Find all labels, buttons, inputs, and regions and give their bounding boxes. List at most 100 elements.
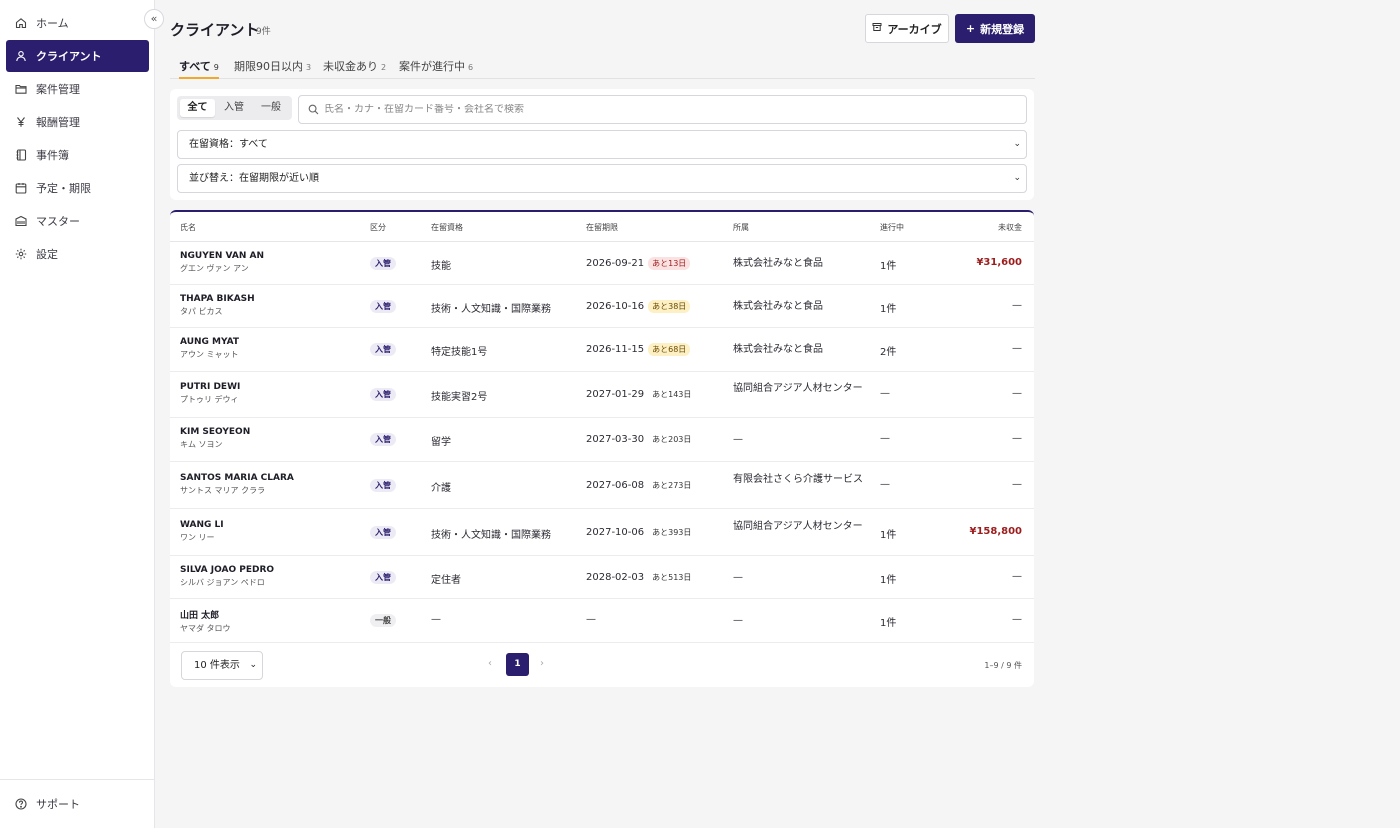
column-header-type[interactable]: 区分 — [370, 222, 386, 233]
active-cases: 1件 — [880, 575, 897, 586]
gear-icon — [15, 248, 27, 260]
client-name-cell[interactable]: PUTRI DEWI プトゥリ デウィ — [180, 382, 240, 405]
type-badge: 入管 — [370, 571, 396, 584]
active-cases: — — [880, 479, 890, 490]
residence-status: 技術・人文知識・国際業務 — [431, 304, 551, 315]
type-badge: 入管 — [370, 343, 396, 356]
prev-page-button[interactable]: ‹ — [488, 658, 492, 669]
column-header-status[interactable]: 在留資格 — [431, 222, 463, 233]
sidebar-item-fees[interactable]: 報酬管理 — [6, 106, 149, 138]
next-page-button[interactable]: › — [540, 658, 544, 669]
client-name-cell[interactable]: SANTOS MARIA CLARA サントス マリア クララ — [180, 473, 294, 496]
tab-unpaid[interactable]: 未収金あり 2 — [323, 58, 386, 79]
client-name-cell[interactable]: WANG LI ワン リー — [180, 520, 224, 543]
table-header: 氏名 区分 在留資格 在留期限 所属 進行中 未収金 — [170, 212, 1034, 242]
owed-amount: — — [1012, 343, 1022, 354]
column-header-expiry[interactable]: 在留期限 — [586, 222, 618, 233]
expiry-remaining-badge: あと13日 — [648, 257, 691, 270]
residence-status: 留学 — [431, 437, 451, 448]
archive-button[interactable]: アーカイブ — [865, 14, 949, 43]
client-name-cell[interactable]: SILVA JOAO PEDRO シルバ ジョアン ペドロ — [180, 565, 274, 588]
expiry-date: 2027-03-30 — [586, 434, 645, 445]
page-header: クライアント 9件 アーカイブ + 新規登録 — [170, 14, 1035, 44]
page-button-current[interactable]: 1 — [506, 653, 529, 676]
new-client-button[interactable]: + 新規登録 — [955, 14, 1035, 43]
column-header-organization[interactable]: 所属 — [733, 222, 749, 233]
client-name: WANG LI — [180, 520, 224, 530]
sidebar-item-casebook[interactable]: 事件簿 — [6, 139, 149, 171]
sidebar-item-label: 案件管理 — [36, 83, 80, 96]
table-row[interactable]: THAPA BIKASH タパ ビカス 入管 技術・人文知識・国際業務 2026… — [170, 285, 1034, 328]
type-badge: 一般 — [370, 614, 396, 627]
sidebar-item-settings[interactable]: 設定 — [6, 238, 149, 270]
organization: — — [733, 572, 743, 583]
segment-general[interactable]: 一般 — [254, 99, 288, 117]
client-name-cell[interactable]: NGUYEN VAN AN グエン ヴァン アン — [180, 251, 264, 274]
type-badge: 入管 — [370, 300, 396, 313]
owed-amount: ¥31,600 — [976, 257, 1022, 268]
client-name-cell[interactable]: KIM SEOYEON キム ソヨン — [180, 427, 250, 450]
tab-label: すべて — [179, 60, 211, 73]
tab-count: 9 — [213, 63, 219, 72]
active-cases: 1件 — [880, 618, 897, 629]
segment-all[interactable]: 全て — [180, 99, 215, 117]
sidebar-item-cases[interactable]: 案件管理 — [6, 73, 149, 105]
client-name: SILVA JOAO PEDRO — [180, 565, 275, 575]
client-name-cell[interactable]: 山田 太郎 ヤマダ タロウ — [180, 608, 231, 634]
sidebar-item-schedule[interactable]: 予定・期限 — [6, 172, 149, 204]
organization: 協同組合アジア人材センター — [733, 383, 863, 394]
column-header-active[interactable]: 進行中 — [880, 222, 904, 233]
active-cases: 1件 — [880, 304, 897, 315]
column-header-owed[interactable]: 未収金 — [998, 222, 1022, 233]
table-row[interactable]: PUTRI DEWI プトゥリ デウィ 入管 技能実習2号 2027-01-29… — [170, 372, 1034, 418]
table-row[interactable]: KIM SEOYEON キム ソヨン 入管 留学 2027-03-30 あと203… — [170, 418, 1034, 462]
tab-label: 期限90日以内 — [234, 60, 303, 73]
sidebar-item-label: マスター — [36, 215, 80, 228]
table-row[interactable]: AUNG MYAT アウン ミャット 入管 特定技能1号 2026-11-15 あ… — [170, 328, 1034, 372]
owed-amount: — — [1012, 614, 1022, 625]
owed-amount: — — [1012, 433, 1022, 444]
client-name: KIM SEOYEON — [180, 427, 251, 437]
client-name-cell[interactable]: THAPA BIKASH タパ ビカス — [180, 294, 255, 317]
sidebar-item-clients[interactable]: クライアント — [6, 40, 149, 72]
client-name: SANTOS MARIA CLARA — [180, 473, 294, 483]
tab-all[interactable]: すべて 9 — [179, 58, 219, 79]
client-name-kana: タパ ビカス — [180, 307, 223, 316]
expiry-date: 2027-10-06 — [586, 527, 645, 538]
table-row[interactable]: SILVA JOAO PEDRO シルバ ジョアン ペドロ 入管 定住者 202… — [170, 556, 1034, 599]
sidebar-item-label: 報酬管理 — [36, 116, 80, 129]
client-name-kana: サントス マリア クララ — [180, 486, 266, 495]
owed-amount: ¥158,800 — [969, 526, 1022, 537]
residence-status: — — [431, 614, 441, 625]
residence-status-select[interactable]: 在留資格：すべて ⌄ — [177, 130, 1027, 159]
sidebar-item-label: 事件簿 — [36, 149, 69, 162]
column-header-name[interactable]: 氏名 — [180, 222, 196, 233]
search-input[interactable] — [324, 104, 1004, 115]
table-row[interactable]: NGUYEN VAN AN グエン ヴァン アン 入管 技能 2026-09-2… — [170, 242, 1034, 285]
new-client-label: 新規登録 — [980, 22, 1025, 36]
sidebar-item-label: クライアント — [36, 50, 102, 63]
organization: 株式会社みなと食品 — [733, 258, 823, 269]
expiry-cell: — — [586, 614, 596, 625]
residence-status: 技能実習2号 — [431, 392, 488, 403]
sidebar-item-home[interactable]: ホーム — [6, 7, 149, 39]
sidebar-collapse-button[interactable]: « — [144, 9, 164, 29]
archive-icon — [872, 22, 882, 35]
sidebar-item-support[interactable]: サポート — [0, 779, 154, 828]
table-row[interactable]: SANTOS MARIA CLARA サントス マリア クララ 入管 介護 20… — [170, 462, 1034, 509]
table-row[interactable]: WANG LI ワン リー 入管 技術・人文知識・国際業務 2027-10-06… — [170, 509, 1034, 556]
tab-expiring[interactable]: 期限90日以内 3 — [234, 58, 311, 79]
sidebar-item-master[interactable]: マスター — [6, 205, 149, 237]
type-badge: 入管 — [370, 526, 396, 539]
segment-immigration[interactable]: 入管 — [217, 99, 251, 117]
client-name-kana: グエン ヴァン アン — [180, 264, 249, 273]
client-name-cell[interactable]: AUNG MYAT アウン ミャット — [180, 337, 239, 360]
category-segmented-control: 全て 入管 一般 — [177, 96, 292, 120]
page-size-select[interactable]: 10 件表示 ⌄ — [181, 651, 263, 680]
table-row[interactable]: 山田 太郎 ヤマダ タロウ 一般 — — — 1件 — — [170, 599, 1034, 643]
client-name-kana: シルバ ジョアン ペドロ — [180, 578, 265, 587]
sort-select[interactable]: 並び替え：在留期限が近い順 ⌄ — [177, 164, 1027, 193]
client-name-kana: プトゥリ デウィ — [180, 395, 239, 404]
sort-value: 並び替え：在留期限が近い順 — [189, 173, 319, 184]
tab-in-progress[interactable]: 案件が進行中 6 — [399, 58, 473, 79]
